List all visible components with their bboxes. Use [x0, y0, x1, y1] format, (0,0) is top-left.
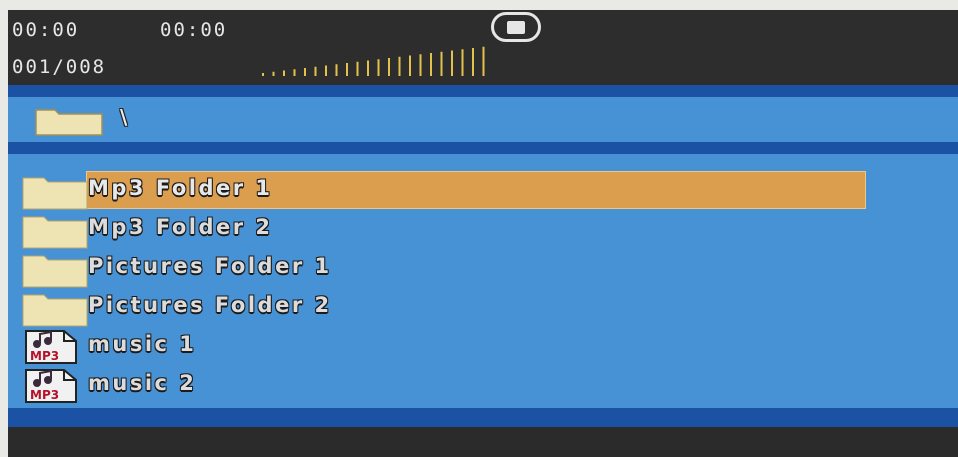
volume-bar: [262, 73, 264, 76]
folder-icon: [22, 211, 88, 253]
item-label: Mp3 Folder 2: [88, 215, 273, 239]
volume-bar: [293, 69, 296, 76]
volume-bar: [377, 59, 380, 76]
volume-bar: [356, 61, 359, 76]
elapsed-time: 00:00: [12, 19, 80, 41]
item-label: Pictures Folder 1: [88, 254, 332, 278]
volume-bar: [283, 70, 285, 76]
volume-bar: [335, 64, 338, 76]
item-label: Pictures Folder 2: [88, 293, 332, 317]
separator: [8, 408, 958, 427]
folder-item[interactable]: Pictures Folder 1: [8, 250, 958, 288]
current-path: \: [120, 105, 128, 129]
volume-meter: [262, 46, 485, 76]
volume-bar: [272, 71, 275, 76]
volume-bar: [430, 53, 432, 76]
total-time: 00:00: [160, 19, 228, 41]
item-label: music 1: [88, 332, 197, 356]
file-item[interactable]: MP3 music 1: [8, 328, 958, 366]
volume-bar: [304, 68, 306, 76]
volume-bar: [419, 54, 422, 76]
bottom-bar: [8, 427, 958, 457]
path-bar: \: [8, 97, 958, 142]
file-item[interactable]: MP3 music 2: [8, 367, 958, 405]
folder-icon: [35, 109, 103, 136]
svg-text:MP3: MP3: [30, 349, 59, 363]
item-label: Mp3 Folder 1: [88, 176, 273, 200]
track-counter: 001/008: [12, 56, 107, 78]
volume-bar: [346, 63, 348, 76]
stop-icon: [491, 12, 541, 42]
separator: [8, 85, 958, 97]
folder-item[interactable]: Mp3 Folder 1: [8, 171, 958, 210]
file-list: Mp3 Folder 1 Mp3 Folder 2 Pictures Folder …: [8, 154, 958, 408]
volume-bar: [388, 58, 390, 76]
folder-icon: [22, 250, 88, 292]
media-player-screen: 00:00 00:00 001/008 \ Mp3 Folder 1 Mp3 Fo…: [8, 10, 958, 457]
separator: [8, 142, 958, 154]
volume-bar: [440, 51, 443, 76]
folder-icon: [22, 289, 88, 331]
item-label: music 2: [88, 371, 197, 395]
volume-bar: [398, 56, 401, 76]
mp3-file-icon: MP3: [24, 329, 78, 369]
svg-text:MP3: MP3: [30, 388, 59, 402]
status-bar: 00:00 00:00 001/008: [8, 10, 958, 85]
volume-bar: [314, 66, 317, 76]
mp3-file-icon: MP3: [24, 368, 78, 408]
volume-bar: [367, 60, 369, 76]
volume-bar: [451, 50, 453, 76]
volume-bar: [409, 55, 411, 76]
volume-bar: [461, 49, 464, 76]
volume-bar: [482, 46, 485, 76]
folder-item[interactable]: Mp3 Folder 2: [8, 211, 958, 249]
volume-bar: [325, 65, 327, 76]
folder-item[interactable]: Pictures Folder 2: [8, 289, 958, 327]
volume-bar: [472, 48, 474, 76]
folder-icon: [22, 172, 88, 214]
